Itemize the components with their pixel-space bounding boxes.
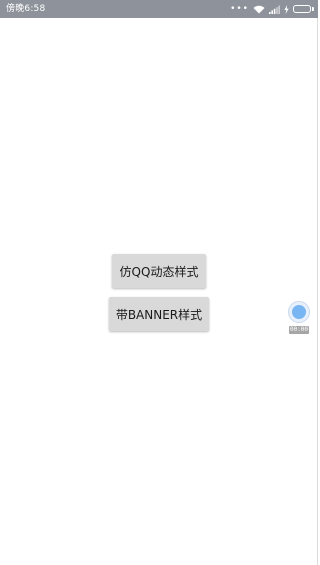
wifi-icon xyxy=(253,5,265,14)
status-icons: ••• xyxy=(230,0,314,18)
qq-dynamic-style-button[interactable]: 仿QQ动态样式 xyxy=(112,254,206,288)
status-time: 傍晚6:58 xyxy=(6,4,46,14)
signal-icon xyxy=(269,5,280,14)
battery-icon xyxy=(293,5,314,13)
banner-style-button[interactable]: 带BANNER样式 xyxy=(109,297,209,331)
charging-icon xyxy=(284,4,289,14)
status-bar: 傍晚6:58 ••• xyxy=(0,0,318,18)
record-circle-icon[interactable] xyxy=(288,301,310,323)
more-dots-icon: ••• xyxy=(230,4,249,14)
floating-recorder-widget[interactable]: 00:00 xyxy=(286,301,312,337)
recorder-timer: 00:00 xyxy=(289,326,309,334)
right-edge-divider xyxy=(317,18,318,565)
